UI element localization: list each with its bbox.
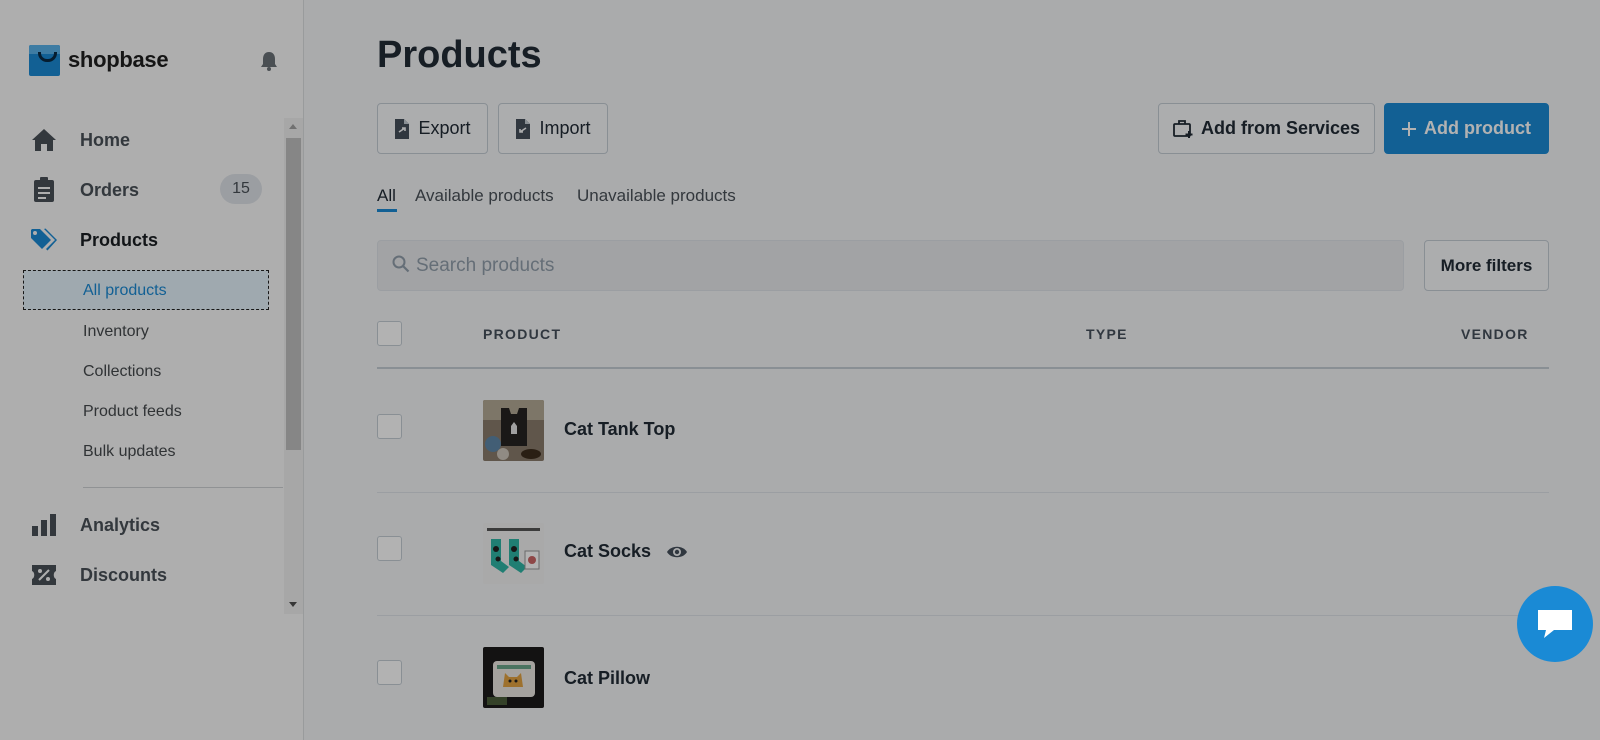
more-filters-button[interactable]: More filters: [1424, 240, 1549, 291]
column-header-product[interactable]: PRODUCT: [483, 326, 561, 342]
tab-all[interactable]: All: [377, 186, 396, 206]
page-title: Products: [377, 34, 542, 76]
sidebar-item-label: Products: [80, 229, 159, 250]
sidebar-item-label: Home: [80, 129, 131, 150]
sidebar-item-home[interactable]: Home: [30, 123, 270, 157]
product-name[interactable]: Cat Socks: [564, 541, 651, 562]
add-from-services-button[interactable]: Add from Services: [1158, 103, 1375, 154]
sidebar-subitem-product-feeds[interactable]: Product feeds: [83, 403, 182, 421]
row-divider: [377, 492, 1549, 493]
chat-icon: [1538, 610, 1572, 638]
product-name[interactable]: Cat Tank Top: [564, 419, 675, 440]
bell-icon[interactable]: [258, 50, 280, 72]
sidebar-item-label: Orders: [80, 179, 140, 200]
tab-active-indicator: [377, 209, 397, 212]
sidebar-subitem-all-products[interactable]: All products: [23, 270, 269, 310]
brand[interactable]: shopbase: [29, 44, 169, 76]
search-input[interactable]: [416, 241, 1376, 290]
sidebar-subitem-label: All products: [83, 282, 167, 299]
scroll-thumb[interactable]: [286, 138, 301, 450]
chat-button[interactable]: [1517, 586, 1593, 662]
add-product-button[interactable]: Add product: [1384, 103, 1549, 154]
tab-available-products[interactable]: Available products: [415, 186, 554, 206]
sidebar-subitem-collections[interactable]: Collections: [83, 363, 161, 381]
row-checkbox[interactable]: [377, 536, 402, 561]
sidebar-subitem-bulk-updates[interactable]: Bulk updates: [83, 443, 176, 461]
product-thumbnail[interactable]: [483, 647, 544, 708]
row-divider: [377, 615, 1549, 616]
table-header-divider: [377, 367, 1549, 369]
sidebar-item-label: Analytics: [80, 514, 161, 535]
home-icon: [30, 126, 58, 154]
import-button[interactable]: Import: [498, 103, 608, 154]
import-label: Import: [539, 118, 591, 138]
sidebar: shopbase Home Orders 15 Products All pro…: [0, 0, 304, 740]
sidebar-item-label: Discounts: [80, 564, 168, 585]
sidebar-scrollbar[interactable]: [284, 118, 303, 614]
sidebar-subitem-inventory[interactable]: Inventory: [83, 323, 149, 341]
row-checkbox[interactable]: [377, 660, 402, 685]
discount-icon: [30, 561, 58, 589]
export-label: Export: [418, 118, 471, 138]
sidebar-item-products[interactable]: Products: [30, 223, 270, 257]
sidebar-item-discounts[interactable]: Discounts: [30, 558, 270, 592]
scroll-down-arrow-icon[interactable]: [289, 602, 297, 607]
nav-divider: [83, 487, 283, 488]
search-icon: [392, 255, 410, 273]
product-name[interactable]: Cat Pillow: [564, 668, 650, 689]
tags-icon: [30, 226, 58, 254]
column-header-type[interactable]: TYPE: [1086, 326, 1128, 342]
bar-chart-icon: [30, 511, 58, 539]
add-from-services-label: Add from Services: [1200, 118, 1361, 138]
orders-count-badge: 15: [220, 174, 262, 204]
shopbase-logo: [29, 44, 60, 76]
column-header-vendor[interactable]: VENDOR: [1461, 326, 1529, 342]
scroll-up-arrow-icon[interactable]: [289, 124, 297, 129]
product-thumbnail[interactable]: [483, 523, 544, 584]
clipboard-icon: [30, 176, 58, 204]
tab-unavailable-products[interactable]: Unavailable products: [577, 186, 736, 206]
add-product-label: Add product: [1424, 118, 1531, 138]
sidebar-item-orders[interactable]: Orders 15: [30, 173, 270, 207]
briefcase-plus-icon: [1173, 119, 1193, 139]
row-checkbox[interactable]: [377, 414, 402, 439]
brand-name: shopbase: [68, 47, 169, 72]
file-import-icon: [515, 118, 531, 139]
sidebar-nav: Home Orders 15 Products All products Inv…: [0, 118, 304, 614]
select-all-checkbox[interactable]: [377, 321, 402, 346]
more-filters-label: More filters: [1440, 255, 1533, 275]
file-export-icon: [394, 118, 410, 139]
search-bar: [377, 240, 1404, 291]
export-button[interactable]: Export: [377, 103, 488, 154]
plus-icon: [1402, 121, 1416, 136]
eye-icon[interactable]: [666, 544, 688, 560]
sidebar-item-analytics[interactable]: Analytics: [30, 508, 270, 542]
product-thumbnail[interactable]: [483, 400, 544, 461]
